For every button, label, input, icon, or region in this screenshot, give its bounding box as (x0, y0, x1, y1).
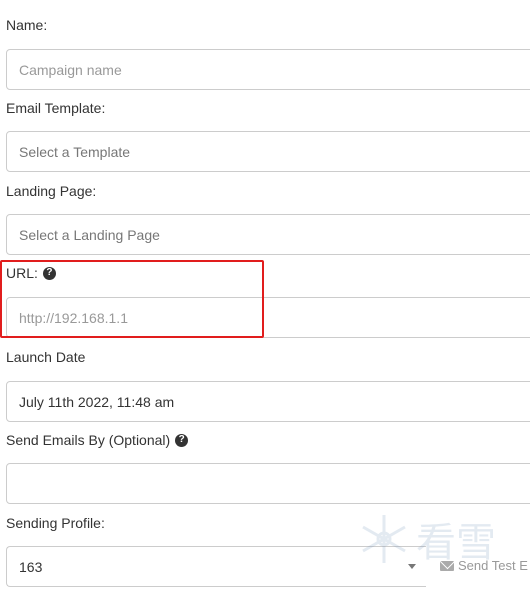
landing-page-label-text: Landing Page: (6, 183, 97, 199)
question-circle-icon[interactable]: ? (42, 266, 56, 280)
sending-profile-select[interactable]: 163 (6, 546, 426, 587)
send-test-email-button[interactable]: Send Test E (440, 558, 528, 573)
sending-profile-label: Sending Profile: (6, 515, 105, 531)
campaign-name-input[interactable]: Campaign name (6, 49, 530, 90)
question-circle-icon[interactable]: ? (175, 433, 189, 447)
chevron-down-icon[interactable] (408, 564, 416, 569)
send-by-input[interactable] (6, 463, 530, 504)
email-template-label: Email Template: (6, 100, 105, 116)
url-label-text: URL: (6, 265, 38, 281)
envelope-icon (440, 560, 454, 571)
launch-date-label-text: Launch Date (6, 349, 86, 365)
name-label: Name: (6, 17, 47, 33)
landing-page-label: Landing Page: (6, 183, 96, 199)
sending-profile-label-text: Sending Profile: (6, 515, 105, 531)
send-by-label: Send Emails By (Optional) ? (6, 432, 189, 448)
launch-date-input[interactable]: July 11th 2022, 11:48 am (6, 381, 530, 422)
launch-date-value: July 11th 2022, 11:48 am (19, 393, 175, 410)
landing-page-placeholder: Select a Landing Page (19, 226, 160, 243)
email-template-label-text: Email Template: (6, 100, 106, 116)
launch-date-label: Launch Date (6, 349, 85, 365)
url-label: URL: ? (6, 265, 56, 281)
campaign-name-placeholder: Campaign name (19, 61, 122, 78)
send-test-label: Send Test E (458, 558, 528, 573)
send-by-label-text: Send Emails By (Optional) (6, 432, 171, 448)
name-label-text: Name: (6, 17, 48, 33)
landing-page-select[interactable]: Select a Landing Page (6, 214, 530, 255)
url-placeholder: http://192.168.1.1 (19, 309, 128, 326)
email-template-placeholder: Select a Template (19, 143, 131, 160)
url-input[interactable]: http://192.168.1.1 (6, 297, 530, 338)
sending-profile-value: 163 (19, 558, 43, 575)
email-template-select[interactable]: Select a Template (6, 131, 530, 172)
